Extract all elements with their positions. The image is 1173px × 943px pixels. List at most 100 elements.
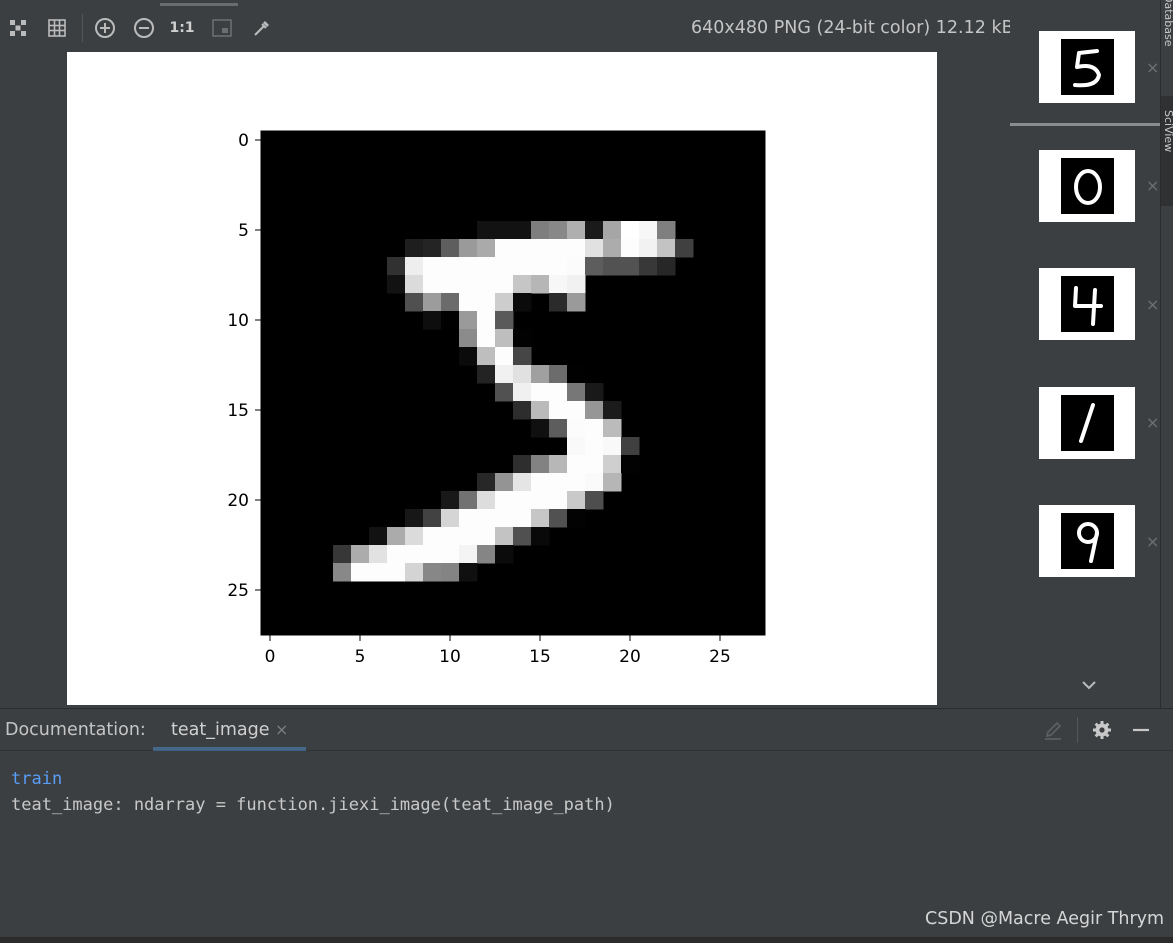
heatmap-pixel [531, 257, 550, 276]
heatmap-pixel [495, 365, 514, 384]
heatmap-pixel [423, 563, 442, 582]
tab-underline [153, 747, 306, 751]
heatmap-pixel [477, 545, 496, 564]
heatmap-pixel [495, 473, 514, 492]
heatmap-pixel [603, 239, 622, 258]
heatmap-pixel [459, 509, 478, 528]
edit-source-icon[interactable] [1040, 717, 1066, 743]
heatmap-pixel [405, 275, 424, 294]
heatmap-pixel [333, 563, 352, 582]
heatmap-pixel [639, 239, 658, 258]
heatmap-pixel [567, 473, 586, 492]
right-tool-strip: Database SciView [1160, 0, 1173, 708]
thumbnail-image [1061, 513, 1114, 569]
background-icon[interactable] [209, 13, 235, 43]
thumbnail-close-button[interactable]: × [1146, 58, 1159, 77]
database-side-tab[interactable]: Database [1162, 0, 1173, 47]
heatmap-pixel [513, 239, 532, 258]
thumbnail-digit-4[interactable] [1039, 268, 1135, 340]
color-picker-icon[interactable] [249, 13, 275, 43]
documentation-panel: Documentation: teat_image × train teat_i… [0, 708, 1173, 943]
heatmap-pixel [513, 293, 532, 312]
heatmap-pixel [567, 221, 586, 240]
heatmap-pixel [477, 365, 496, 384]
heatmap-pixel [549, 401, 568, 420]
heatmap-pixel [603, 419, 622, 438]
heatmap-pixel [513, 257, 532, 276]
thumbnail-close-button[interactable]: × [1146, 413, 1159, 432]
heatmap-pixel [531, 455, 550, 474]
minimize-icon[interactable] [1128, 717, 1154, 743]
heatmap-pixel [477, 293, 496, 312]
zoom-in-icon[interactable] [92, 13, 118, 43]
y-tick-label: 20 [227, 491, 249, 511]
heatmap-pixel [477, 527, 496, 546]
heatmap-pixel [549, 257, 568, 276]
image-canvas[interactable]: 0 5 10 15 20 25 0 5 10 15 20 25 [67, 52, 937, 705]
heatmap-pixel [567, 491, 586, 510]
heatmap-pixel [567, 509, 586, 528]
heatmap-pixel [495, 239, 514, 258]
documentation-title: Documentation: [5, 720, 146, 740]
heatmap-pixel [531, 509, 550, 528]
heatmap-pixel [513, 329, 532, 348]
y-tick-label: 0 [238, 131, 249, 151]
grid-icon[interactable] [44, 13, 70, 43]
thumbnail-digit-5[interactable] [1039, 31, 1135, 103]
thumbnail-close-button[interactable]: × [1146, 176, 1159, 195]
heatmap-pixel [495, 311, 514, 330]
tab-teat-image[interactable]: teat_image × [153, 709, 306, 751]
x-tick-label: 10 [439, 647, 461, 667]
heatmap-pixel [441, 563, 460, 582]
toolbar-separator [82, 14, 83, 42]
heatmap-pixel [495, 545, 514, 564]
heatmap-pixel [603, 221, 622, 240]
heatmap-pixel [405, 527, 424, 546]
heatmap-pixel [621, 257, 640, 276]
heatmap-pixel [567, 419, 586, 438]
heatmap-pixel [549, 275, 568, 294]
heatmap-pixel [567, 437, 586, 456]
gear-icon[interactable] [1089, 717, 1115, 743]
heatmap-pixel [495, 347, 514, 366]
thumbnail-panel: × × × × × [1010, 0, 1160, 708]
heatmap-pixel [459, 311, 478, 330]
thumbnail-close-button[interactable]: × [1146, 295, 1159, 314]
heatmap-pixel [405, 545, 424, 564]
heatmap-pixel [405, 563, 424, 582]
heatmap-pixel [513, 473, 532, 492]
doc-module-link[interactable]: train [11, 766, 615, 792]
thumbnail-digit-0[interactable] [1039, 150, 1135, 222]
heatmap-pixel [585, 491, 604, 510]
heatmap-pixel [567, 275, 586, 294]
heatmap-pixel [585, 239, 604, 258]
actual-size-button[interactable]: 1:1 [169, 13, 195, 43]
thumbnail-digit-1[interactable] [1039, 387, 1135, 459]
thumbnail-digit-9[interactable] [1039, 505, 1135, 577]
heatmap-pixel [513, 491, 532, 510]
chevron-down-icon[interactable] [1081, 676, 1097, 695]
heatmap-pixel [549, 491, 568, 510]
heatmap-pixel [477, 311, 496, 330]
heatmap-pixel [549, 383, 568, 402]
thumbnail-divider [1010, 123, 1160, 126]
y-tick-label: 25 [227, 581, 249, 601]
image-toolbar: 1:1 640x480 PNG (24-bit color) 12.12 kB [0, 0, 1014, 52]
heatmap-pixel [495, 329, 514, 348]
heatmap-pixel [513, 347, 532, 366]
x-tick-label: 5 [355, 647, 366, 667]
tab-close-button[interactable]: × [275, 720, 288, 739]
heatmap-pixel [513, 401, 532, 420]
heatmap-pixel [441, 257, 460, 276]
sciview-side-tab[interactable]: SciView [1162, 110, 1173, 152]
fit-to-window-icon[interactable] [5, 13, 31, 43]
heatmap-pixel [549, 455, 568, 474]
heatmap-pixel [441, 545, 460, 564]
zoom-out-icon[interactable] [131, 13, 157, 43]
image-file-info: 640x480 PNG (24-bit color) 12.12 kB [691, 18, 1014, 38]
heatmap-pixel [621, 221, 640, 240]
heatmap-pixel [657, 257, 676, 276]
thumbnail-close-button[interactable]: × [1146, 532, 1159, 551]
tab-label: teat_image [171, 720, 270, 740]
heatmap-pixel [495, 383, 514, 402]
